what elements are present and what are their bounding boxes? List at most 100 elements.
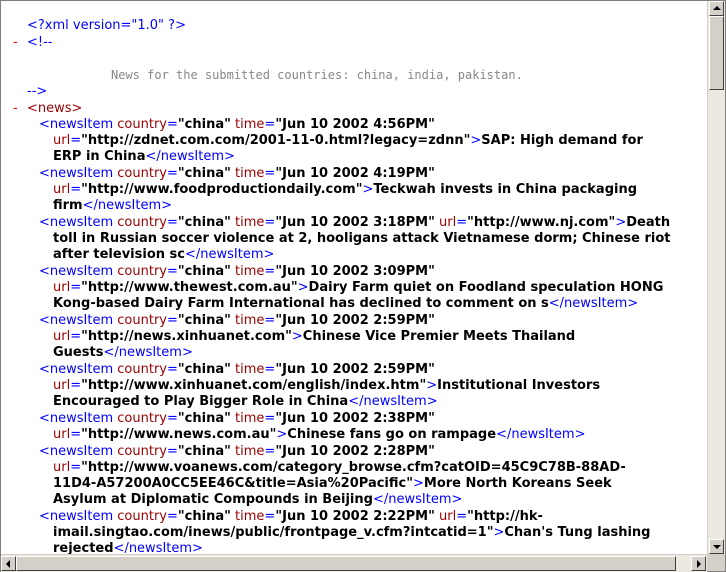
news-item-close-tag: </newsItem> [103, 345, 193, 360]
equals-sign: = [264, 313, 276, 328]
news-collapse-toggle[interactable]: - [13, 101, 18, 117]
equals-sign: = [167, 313, 178, 328]
equals-sign: = [456, 509, 468, 524]
news-item-9-line-2: imail.singtao.com/inews/public/frontpage… [53, 525, 650, 541]
news-title: More North Koreans Seek [423, 476, 612, 491]
tag-close-bracket: > [615, 215, 627, 230]
country-attr-name: country [113, 313, 167, 328]
equals-sign: = [167, 215, 178, 230]
vertical-scroll-thumb[interactable] [709, 16, 724, 90]
url-attr-name: url [53, 427, 71, 442]
news-item-6-line-2: url="http://www.xinhuanet.com/english/in… [53, 378, 600, 394]
time-attr-value: "Jun 10 2002 3:09PM" [275, 264, 435, 279]
equals-sign: = [167, 264, 178, 279]
news-item-7-line-2: url="http://www.news.com.au">Chinese fan… [53, 427, 585, 443]
news-item-open-tag: <newsItem [39, 264, 114, 279]
time-attr-name: time [230, 166, 265, 181]
news-title: Institutional Investors [437, 378, 601, 393]
news-item-3-line-3: after television sc</newsItem> [53, 247, 274, 263]
news-item-8-line-3: 11D4-A57200A0CC5EE46C&title=Asia%20Pacif… [53, 476, 612, 492]
tag-close-bracket: > [297, 280, 309, 295]
scroll-left-button[interactable] [1, 556, 16, 571]
vertical-scrollbar[interactable] [707, 1, 725, 554]
equals-sign: = [264, 215, 276, 230]
scroll-right-button[interactable] [691, 556, 706, 571]
url-attr-name: url [53, 378, 71, 393]
equals-sign: = [167, 117, 178, 132]
country-attr-value: "china" [177, 509, 231, 524]
news-item-close-tag: </newsItem> [113, 541, 203, 554]
news-item-8-line-2: url="http://www.voanews.com/category_bro… [53, 460, 626, 476]
url-attr-value: "http://www.thewest.com.au" [81, 280, 298, 295]
country-attr-name: country [113, 509, 167, 524]
equals-sign: = [264, 444, 276, 459]
news-item-close-tag: </newsItem> [496, 427, 586, 442]
news-title: Asylum at Diplomatic Compounds in Beijin… [53, 492, 373, 507]
news-item-open-tag: <newsItem [39, 444, 114, 459]
url-attr-value: "http://news.xinhuanet.com" [81, 329, 292, 344]
news-title: Dairy Farm quiet on Foodland speculation… [308, 280, 664, 295]
arrow-right-icon [697, 560, 701, 568]
equals-sign: = [264, 264, 276, 279]
url-attr-value: "http://www.voanews.com/category_browse.… [81, 460, 626, 475]
time-attr-name: time [230, 444, 265, 459]
news-title: rejected [53, 541, 114, 554]
equals-sign: = [167, 509, 178, 524]
news-title: Death [626, 215, 671, 230]
url-attr-name: url [53, 460, 71, 475]
arrow-up-icon [713, 6, 721, 10]
country-attr-name: country [113, 215, 167, 230]
time-attr-value: "Jun 10 2002 4:56PM" [275, 117, 435, 132]
equals-sign: = [167, 166, 178, 181]
news-item-open-tag: <newsItem [39, 117, 114, 132]
comment-close: --> [27, 84, 48, 99]
url-attr-value: "http://www.xinhuanet.com/english/index.… [81, 378, 427, 393]
equals-sign: = [70, 133, 82, 148]
tag-close-bracket: > [276, 427, 288, 442]
comment-collapse-toggle[interactable]: - [13, 35, 18, 51]
tag-close-bracket: > [493, 525, 505, 540]
news-title: toll in Russian soccer violence at 2, ho… [53, 231, 671, 246]
scroll-up-button[interactable] [709, 1, 724, 16]
news-item-close-tag: </newsItem> [184, 247, 275, 262]
news-item-5-line-3: Guests</newsItem> [53, 345, 193, 361]
time-attr-value: "Jun 10 2002 2:22PM" [275, 509, 435, 524]
news-item-2-line-3: firm</newsItem> [53, 198, 172, 214]
equals-sign: = [70, 182, 82, 197]
comment-text: News for the submitted countries: china,… [111, 68, 523, 82]
time-attr-value: "Jun 10 2002 2:38PM" [275, 411, 435, 426]
time-attr-name: time [230, 264, 265, 279]
horizontal-scroll-thumb[interactable] [16, 556, 676, 571]
time-attr-value: "Jun 10 2002 4:19PM" [275, 166, 435, 181]
news-item-6-line-1: <newsItem country="china" time="Jun 10 2… [39, 362, 435, 378]
news-title: Encouraged to Play Bigger Role in China [53, 394, 349, 409]
news-item-close-tag: </newsItem> [348, 394, 438, 409]
news-item-4-line-2: url="http://www.thewest.com.au">Dairy Fa… [53, 280, 663, 296]
xml-declaration: <?xml version="1.0" ?> [27, 18, 186, 33]
time-attr-value: "Jun 10 2002 2:28PM" [275, 444, 435, 459]
country-attr-value: "china" [177, 215, 231, 230]
url-attr-value: "http://www.news.com.au" [81, 427, 277, 442]
news-title: Teckwah invests in China packaging [373, 182, 638, 197]
equals-sign: = [167, 444, 178, 459]
news-title: Chinese Vice Premier Meets Thailand [302, 329, 576, 344]
news-item-9-line-3: rejected</newsItem> [53, 541, 203, 554]
news-title: firm [53, 198, 83, 213]
news-title: Chan's Tung lashing [504, 525, 651, 540]
country-attr-value: "china" [177, 444, 231, 459]
news-item-close-tag: </newsItem> [372, 492, 463, 507]
news-item-2-line-1: <newsItem country="china" time="Jun 10 2… [39, 166, 435, 182]
news-item-2-line-2: url="http://www.foodproductiondaily.com"… [53, 182, 637, 198]
horizontal-scrollbar[interactable] [1, 554, 707, 572]
news-item-3-line-2: toll in Russian soccer violence at 2, ho… [53, 231, 670, 247]
equals-sign: = [167, 411, 178, 426]
scroll-down-button[interactable] [709, 539, 724, 554]
arrow-down-icon [713, 545, 721, 549]
country-attr-name: country [113, 166, 167, 181]
news-title: Guests [53, 345, 104, 360]
news-item-close-tag: </newsItem> [548, 296, 639, 311]
country-attr-name: country [113, 411, 167, 426]
equals-sign: = [264, 166, 276, 181]
tag-close-bracket: > [426, 378, 438, 393]
news-item-open-tag: <newsItem [39, 215, 114, 230]
